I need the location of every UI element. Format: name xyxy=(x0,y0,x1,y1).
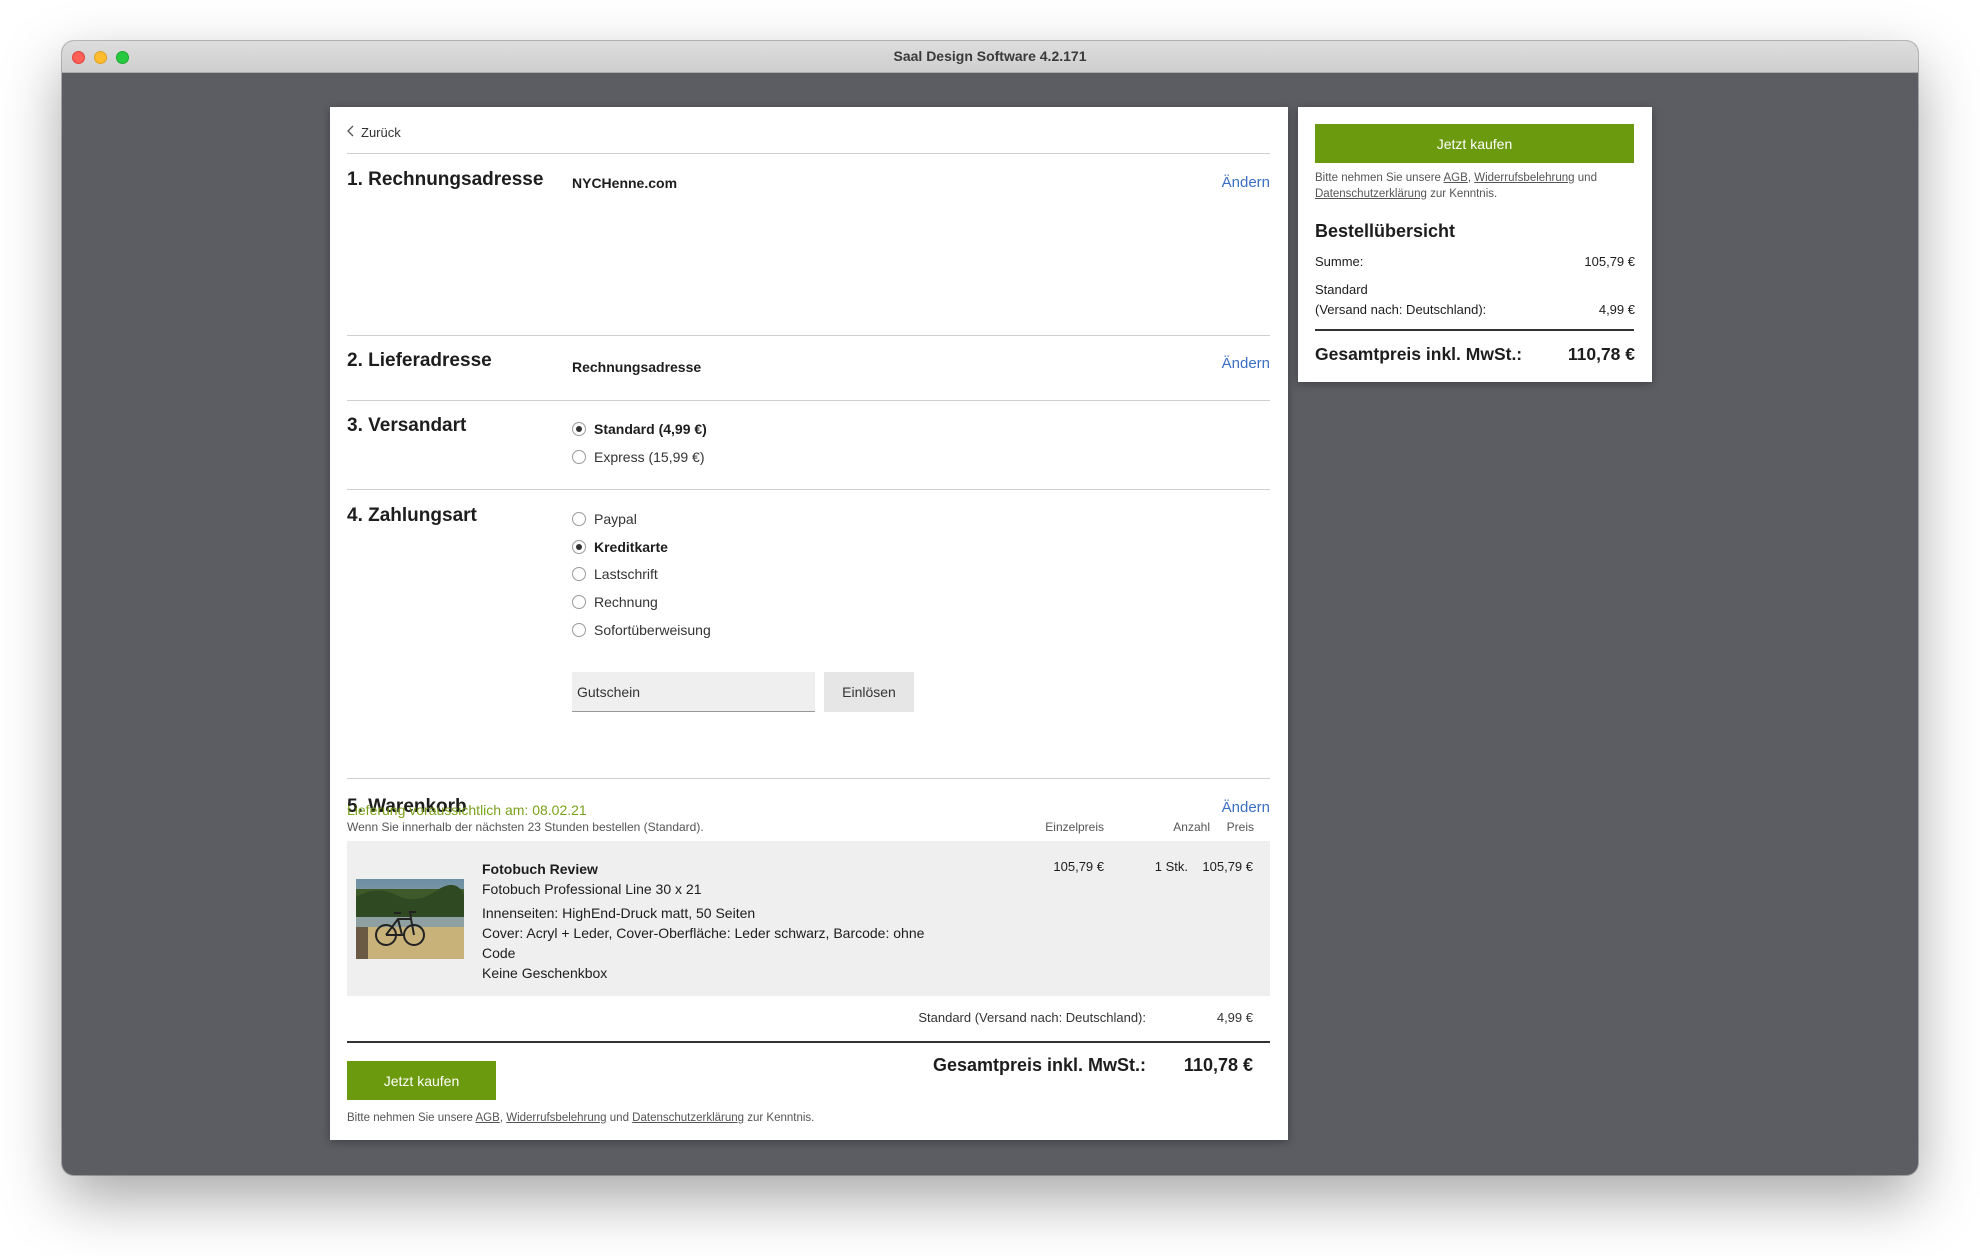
payment-option-label: Kreditkarte xyxy=(594,539,668,555)
summary-shipping-value: 4,99 € xyxy=(1598,302,1635,317)
title-bar: Saal Design Software 4.2.171 xyxy=(62,41,1918,73)
payment-option-sofort[interactable]: Sofortüberweisung xyxy=(572,622,711,638)
payment-section-title: 4. Zahlungsart xyxy=(347,505,477,526)
legal-notice: Bitte nehmen Sie unsere AGB, Widerrufsbe… xyxy=(347,1112,814,1124)
summary-sum-value: 105,79 € xyxy=(1584,254,1635,269)
buy-now-button[interactable]: Jetzt kaufen xyxy=(347,1061,496,1100)
legal-text: und xyxy=(609,1112,629,1124)
radio-button[interactable] xyxy=(572,595,586,609)
back-label: Zurück xyxy=(361,125,401,140)
shipping-method-title: 3. Versandart xyxy=(347,415,467,436)
divider xyxy=(347,400,1270,401)
summary-sum-row: Summe: 105,79 € xyxy=(1315,254,1635,269)
divider xyxy=(347,489,1270,490)
redeem-button[interactable]: Einlösen xyxy=(824,672,914,712)
legal-text: , xyxy=(499,1112,504,1124)
divider xyxy=(347,778,1270,779)
summary-total-row: Gesamtpreis inkl. MwSt.: 110,78 € xyxy=(1315,344,1635,365)
summary-buy-now-button[interactable]: Jetzt kaufen xyxy=(1315,124,1634,163)
agb-link[interactable]: AGB xyxy=(1444,172,1468,184)
radio-button[interactable] xyxy=(572,567,586,581)
legal-text: zur Kenntnis. xyxy=(747,1112,815,1124)
chevron-left-icon xyxy=(347,125,355,140)
summary-total-label: Gesamtpreis inkl. MwSt.: xyxy=(1315,344,1523,364)
shipping-option-express[interactable]: Express (15,99 €) xyxy=(572,449,705,465)
shipping-section-title: 2. Lieferadresse xyxy=(347,350,492,371)
summary-shipping-row-2: (Versand nach: Deutschland): 4,99 € xyxy=(1315,302,1635,317)
radio-button[interactable] xyxy=(572,450,586,464)
billing-section-title: 1. Rechnungsadresse xyxy=(347,169,544,190)
legal-text: zur Kenntnis. xyxy=(1430,188,1498,200)
item-pages: Innenseiten: HighEnd-Druck matt, 50 Seit… xyxy=(482,905,756,921)
cart-item-row: Fotobuch Review Fotobuch Professional Li… xyxy=(347,841,1270,996)
order-summary-panel: Jetzt kaufen Bitte nehmen Sie unsere AGB… xyxy=(1298,107,1652,382)
radio-button[interactable] xyxy=(572,540,586,554)
billing-change-link[interactable]: Ändern xyxy=(1222,174,1270,191)
window-title: Saal Design Software 4.2.171 xyxy=(893,48,1087,64)
legal-text: und xyxy=(1577,172,1597,184)
shipping-option-label: Standard (4,99 €) xyxy=(594,421,707,437)
billing-address-value: NYCHenne.com xyxy=(572,175,678,191)
checkout-panel: Zurück 1. Rechnungsadresse NYCHenne.com … xyxy=(330,107,1288,1140)
summary-legal-notice: Bitte nehmen Sie unsere AGB, Widerrufsbe… xyxy=(1315,170,1635,202)
shipping-option-label: Express (15,99 €) xyxy=(594,449,705,465)
summary-shipping-label-2: (Versand nach: Deutschland): xyxy=(1315,302,1487,317)
payment-option-label: Lastschrift xyxy=(594,566,658,582)
divider xyxy=(347,335,1270,336)
summary-total-divider xyxy=(1315,329,1634,331)
widerruf-link[interactable]: Widerrufsbelehrung xyxy=(506,1112,606,1124)
item-giftbox: Keine Geschenkbox xyxy=(482,965,608,981)
item-product: Fotobuch Professional Line 30 x 21 xyxy=(482,881,702,897)
shipping-change-link[interactable]: Ändern xyxy=(1222,355,1270,372)
summary-title: Bestellübersicht xyxy=(1315,221,1456,241)
summary-shipping-label-1: Standard xyxy=(1315,282,1368,297)
cart-total-label: Gesamtpreis inkl. MwSt.: xyxy=(932,1055,1146,1075)
agb-link[interactable]: AGB xyxy=(476,1112,500,1124)
widerruf-link[interactable]: Widerrufsbelehrung xyxy=(1474,172,1574,184)
item-price: 105,79 € xyxy=(1202,859,1253,874)
item-cover: Cover: Acryl + Leder, Cover-Oberfläche: … xyxy=(482,925,925,961)
cart-shipping-label: Standard (Versand nach: Deutschland): xyxy=(918,1010,1146,1025)
item-name: Fotobuch Review xyxy=(482,861,598,877)
payment-option-invoice[interactable]: Rechnung xyxy=(572,594,658,610)
payment-option-paypal[interactable]: Paypal xyxy=(572,511,637,527)
cart-item-details: Fotobuch Review Fotobuch Professional Li… xyxy=(482,859,942,983)
cart-change-link[interactable]: Ändern xyxy=(1222,799,1270,816)
delivery-note: Wenn Sie innerhalb der nächsten 23 Stund… xyxy=(347,820,704,834)
delivery-estimate: Lieferung voraussichtlich am: 08.02.21 xyxy=(347,802,587,818)
summary-total-value: 110,78 € xyxy=(1567,344,1635,364)
voucher-input[interactable] xyxy=(572,672,815,712)
cart-total-value: 110,78 € xyxy=(1183,1055,1253,1075)
item-unit-price: 105,79 € xyxy=(1053,859,1104,874)
app-window: Saal Design Software 4.2.171 Zurück 1. R… xyxy=(62,41,1918,1175)
back-link[interactable]: Zurück xyxy=(347,125,401,140)
payment-option-label: Paypal xyxy=(594,511,637,527)
radio-button[interactable] xyxy=(572,512,586,526)
legal-text: , xyxy=(1467,172,1472,184)
product-thumbnail-image xyxy=(356,879,464,959)
payment-option-label: Rechnung xyxy=(594,594,658,610)
summary-shipping-row: Standard xyxy=(1315,282,1635,297)
divider xyxy=(347,153,1270,154)
column-header-unit-price: Einzelpreis xyxy=(1045,820,1104,834)
total-divider xyxy=(347,1041,1270,1043)
radio-button[interactable] xyxy=(572,623,586,637)
summary-sum-label: Summe: xyxy=(1315,254,1364,269)
shipping-address-value: Rechnungsadresse xyxy=(572,359,702,375)
datenschutz-link[interactable]: Datenschutzerklärung xyxy=(1315,188,1427,200)
payment-option-label: Sofortüberweisung xyxy=(594,622,711,638)
column-header-price: Preis xyxy=(1226,820,1254,834)
payment-option-debit[interactable]: Lastschrift xyxy=(572,566,658,582)
legal-text: Bitte nehmen Sie unsere xyxy=(1315,172,1441,184)
cart-shipping-price: 4,99 € xyxy=(1216,1010,1253,1025)
payment-option-creditcard[interactable]: Kreditkarte xyxy=(572,539,668,555)
legal-text: Bitte nehmen Sie unsere xyxy=(347,1112,473,1124)
radio-button[interactable] xyxy=(572,422,586,436)
datenschutz-link[interactable]: Datenschutzerklärung xyxy=(632,1112,744,1124)
shipping-option-standard[interactable]: Standard (4,99 €) xyxy=(572,421,707,437)
